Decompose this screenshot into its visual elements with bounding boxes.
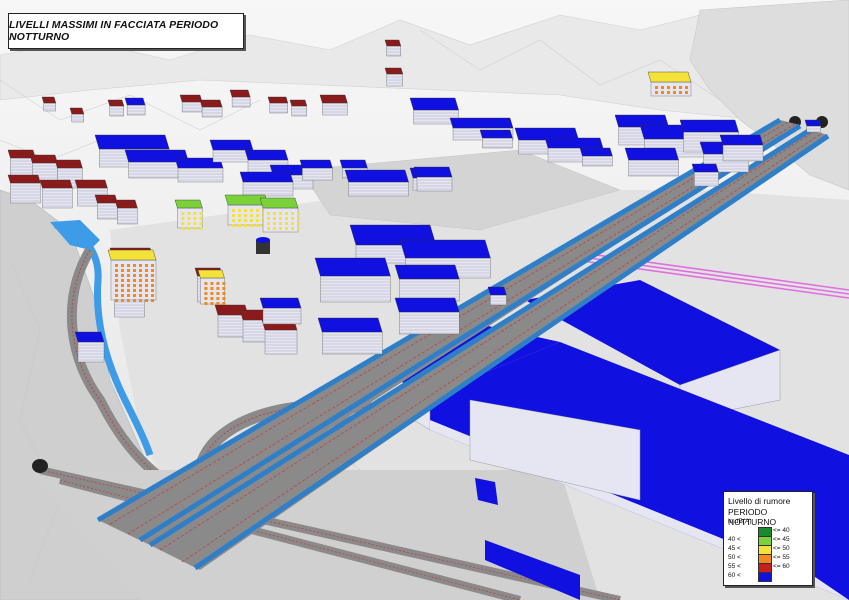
building-block xyxy=(74,331,105,363)
legend-title: Livello di rumore xyxy=(728,496,791,506)
building-block-colored xyxy=(107,249,157,302)
legend-class-3-high: <= 50 xyxy=(773,545,790,552)
building-block xyxy=(384,67,404,87)
building-block xyxy=(719,134,764,162)
building-block xyxy=(384,39,402,57)
building-block xyxy=(289,99,308,117)
building-block-colored xyxy=(259,197,300,233)
legend-class-4-low: 50 < xyxy=(728,554,741,561)
legend-class-3: 45 < <= 50 xyxy=(728,545,808,555)
building-block xyxy=(114,199,138,225)
building-block xyxy=(7,149,36,179)
building-block-colored xyxy=(647,71,692,97)
building-block xyxy=(239,171,294,197)
building-block xyxy=(394,297,460,335)
map-title: LIVELLI MASSIMI IN FACCIATA PERIODO NOTT… xyxy=(9,19,219,43)
building-block xyxy=(69,107,85,123)
legend-class-2-high: <= 45 xyxy=(773,536,790,543)
building-block xyxy=(179,94,203,113)
building-block xyxy=(39,179,73,209)
noise-legend: Livello di rumore PERIODO NOTTURNO in dB… xyxy=(723,491,813,586)
building-block xyxy=(804,119,822,133)
round-tank xyxy=(256,237,270,254)
building-block xyxy=(7,174,41,204)
legend-class-5-high: <= 60 xyxy=(773,563,790,570)
building-block-colored xyxy=(174,199,203,230)
legend-class-6-low: 60 < xyxy=(728,572,741,579)
building-block xyxy=(229,89,251,108)
building-block xyxy=(479,129,513,149)
building-block xyxy=(124,97,146,116)
building-block xyxy=(267,96,289,114)
building-block xyxy=(299,159,333,181)
legend-swatch-6 xyxy=(758,572,772,582)
building-block xyxy=(259,297,302,325)
legend-class-1-high: <= 40 xyxy=(773,527,790,534)
building-block xyxy=(94,194,118,220)
building-block xyxy=(107,99,125,117)
map-canvas xyxy=(0,0,849,600)
map-title-box: LIVELLI MASSIMI IN FACCIATA PERIODO NOTT… xyxy=(8,13,244,49)
legend-class-3-low: 45 < xyxy=(728,545,741,552)
noise-map-view: LIVELLI MASSIMI IN FACCIATA PERIODO NOTT… xyxy=(0,0,849,600)
building-block xyxy=(624,147,679,177)
building-block-colored xyxy=(197,269,226,305)
building-block xyxy=(394,264,460,302)
tunnel-portal-left xyxy=(32,459,48,473)
building-block xyxy=(41,96,57,112)
building-block xyxy=(691,163,719,187)
legend-class-5-low: 55 < xyxy=(728,563,741,570)
building-block xyxy=(579,147,613,167)
building-block xyxy=(199,99,223,118)
building-block xyxy=(487,286,507,306)
legend-class-6: 60 < xyxy=(728,572,808,582)
building-block xyxy=(314,257,391,303)
legend-class-2-low: 40 < xyxy=(728,536,741,543)
building-block xyxy=(413,166,453,192)
legend-class-1: <= 40 xyxy=(728,527,808,537)
legend-class-5: 55 < <= 60 xyxy=(728,563,808,573)
building-block xyxy=(319,94,348,116)
legend-class-4-high: <= 55 xyxy=(773,554,790,561)
legend-class-2: 40 < <= 45 xyxy=(728,536,808,546)
legend-unit: in dB(A) xyxy=(728,518,752,525)
legend-class-4: 50 < <= 55 xyxy=(728,554,808,564)
building-block xyxy=(261,319,298,355)
building-block xyxy=(317,317,383,355)
building-block xyxy=(344,169,409,197)
